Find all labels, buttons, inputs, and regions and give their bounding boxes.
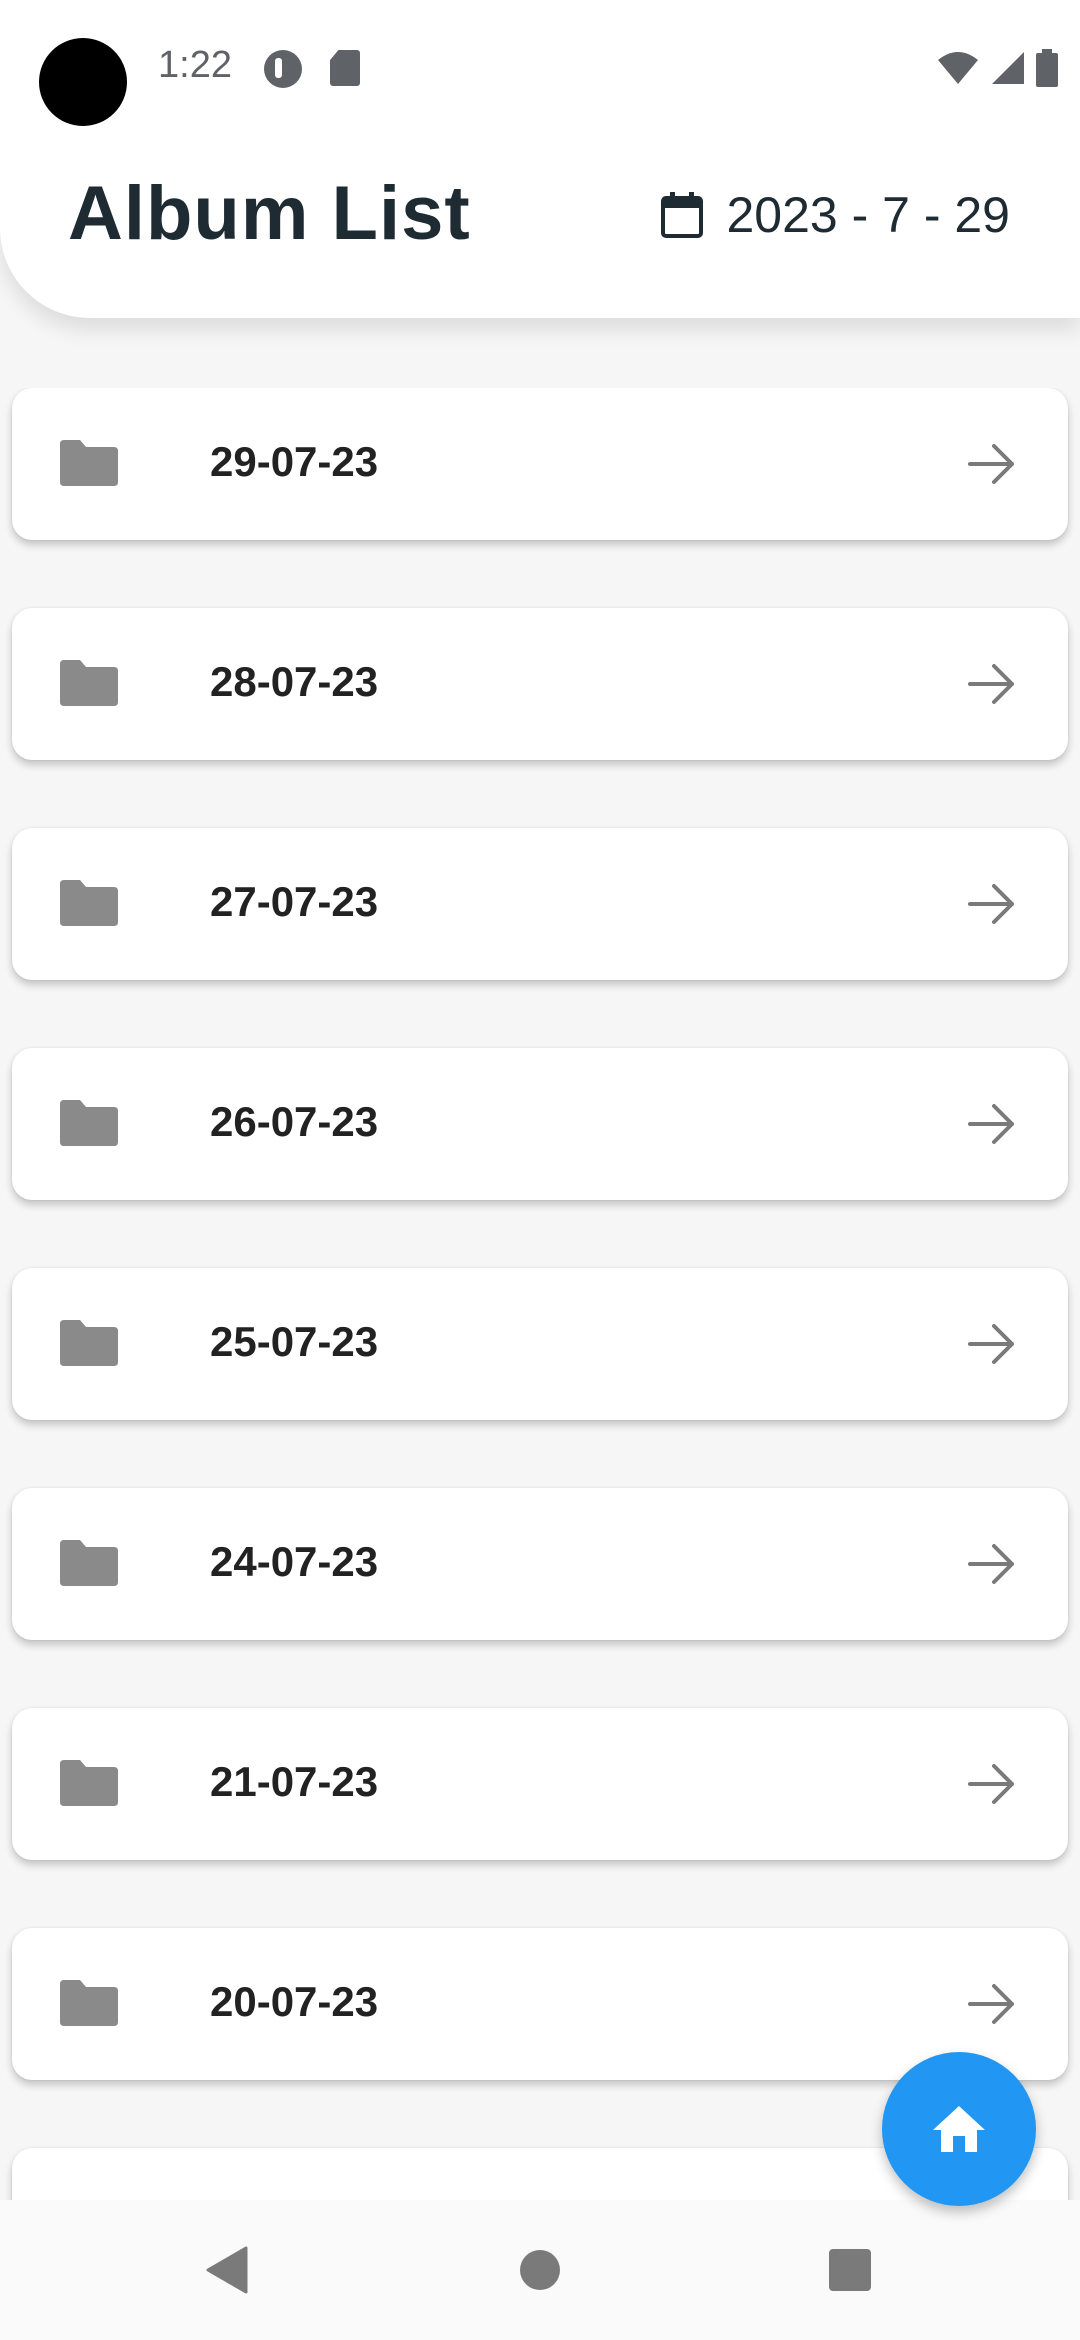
sd-card-icon (330, 50, 360, 86)
album-item[interactable]: 24-07-23 (12, 1488, 1068, 1640)
album-label: 25-07-23 (210, 1318, 379, 1365)
folder-icon (60, 1540, 118, 1586)
page-title: Album List (68, 171, 471, 256)
home-circle-icon (520, 2250, 560, 2290)
album-item[interactable]: 25-07-23 (12, 1268, 1068, 1420)
arrow-right-icon (968, 1104, 1014, 1144)
home-fab-button[interactable] (882, 2052, 1036, 2206)
home-icon (933, 2106, 985, 2152)
app-header: Album List 2023 - 7 - 29 (0, 140, 1080, 318)
nav-home-button[interactable] (460, 2200, 620, 2340)
nav-recents-button[interactable] (770, 2200, 930, 2340)
folder-icon (60, 440, 118, 486)
album-label: 24-07-23 (210, 1538, 379, 1585)
album-label: 29-07-23 (210, 438, 379, 485)
signal-icon (992, 52, 1024, 84)
album-item[interactable]: 27-07-23 (12, 828, 1068, 980)
album-list: 29-07-23 28-07-23 27-07-23 26-07-23 25-0… (0, 388, 1080, 2200)
battery-icon (1036, 49, 1058, 87)
arrow-right-icon (968, 1544, 1014, 1584)
album-item[interactable]: 28-07-23 (12, 608, 1068, 760)
status-icons (936, 48, 1058, 88)
album-label: 20-07-23 (210, 1978, 379, 2025)
arrow-right-icon (968, 444, 1014, 484)
album-item[interactable]: 21-07-23 (12, 1708, 1068, 1860)
date-picker[interactable]: 2023 - 7 - 29 (660, 186, 1010, 244)
arrow-right-icon (968, 1324, 1014, 1364)
album-label: 28-07-23 (210, 658, 379, 705)
calendar-icon (661, 192, 704, 238)
system-nav-bar (0, 2200, 1080, 2340)
app-notification-icon (264, 50, 302, 88)
camera-cutout (39, 38, 127, 126)
status-time: 1:22 (158, 44, 232, 86)
folder-icon (60, 1320, 118, 1366)
album-item[interactable]: 26-07-23 (12, 1048, 1068, 1200)
date-text: 2023 - 7 - 29 (726, 187, 1010, 243)
album-item[interactable]: 29-07-23 (12, 388, 1068, 540)
album-item[interactable]: 20-07-23 (12, 1928, 1068, 2080)
folder-icon (60, 1760, 118, 1806)
album-label: 26-07-23 (210, 1098, 379, 1145)
folder-icon (60, 660, 118, 706)
back-icon (206, 2246, 248, 2294)
folder-icon (60, 1100, 118, 1146)
arrow-right-icon (968, 1764, 1014, 1804)
arrow-right-icon (968, 664, 1014, 704)
nav-back-button[interactable] (146, 2200, 306, 2340)
arrow-right-icon (968, 1984, 1014, 2024)
recents-icon (829, 2249, 871, 2291)
wifi-icon (938, 52, 978, 84)
album-label: 21-07-23 (210, 1758, 379, 1805)
folder-icon (60, 1980, 118, 2026)
status-bar: 1:22 (0, 0, 1080, 140)
screen: 1:22 Album List 2023 - 7 - 29 29-07-23 2… (0, 0, 1080, 2340)
arrow-right-icon (968, 884, 1014, 924)
album-label: 27-07-23 (210, 878, 379, 925)
folder-icon (60, 880, 118, 926)
